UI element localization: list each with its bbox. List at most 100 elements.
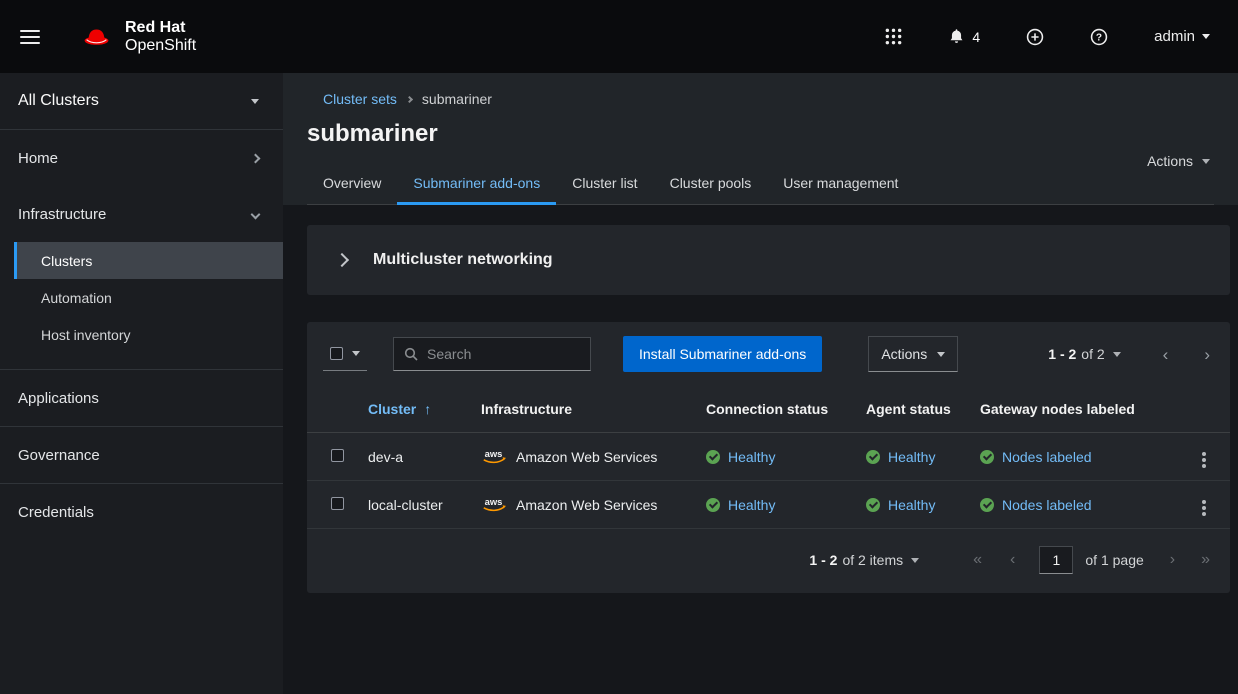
redhat-openshift-logo: Red Hat OpenShift — [78, 19, 196, 55]
masthead-left: Red Hat OpenShift — [20, 19, 196, 55]
bulk-select[interactable] — [323, 337, 367, 371]
perspective-label: All Clusters — [18, 92, 99, 110]
bulk-select-checkbox[interactable] — [330, 347, 343, 360]
sidebar-item-governance[interactable]: Governance — [0, 427, 283, 483]
tab-overview[interactable]: Overview — [307, 162, 397, 204]
bottom-pagination: 1 - 2 of 2 items « ‹ of 1 page › » — [307, 529, 1230, 593]
caret-down-icon — [352, 351, 360, 356]
caret-down-icon — [1202, 34, 1210, 39]
tab-cluster-pools[interactable]: Cluster pools — [654, 162, 768, 204]
page-content: Multicluster networking — [283, 205, 1238, 694]
chevron-right-icon — [251, 153, 261, 163]
sidebar-item-infrastructure[interactable]: Infrastructure — [0, 186, 283, 242]
infrastructure-provider: Amazon Web Services — [516, 449, 657, 465]
check-circle-icon — [866, 498, 880, 512]
breadcrumb-link-cluster-sets[interactable]: Cluster sets — [323, 91, 397, 107]
table-actions-dropdown[interactable]: Actions — [868, 336, 958, 372]
sidebar-item-applications[interactable]: Applications — [0, 370, 283, 426]
question-circle-icon: ? — [1090, 28, 1108, 46]
search-box — [393, 337, 591, 371]
app-launcher-button[interactable] — [885, 28, 902, 45]
masthead: Red Hat OpenShift 4 — [0, 0, 1238, 73]
sidebar-item-host-inventory[interactable]: Host inventory — [14, 316, 283, 353]
page-count-label: of 1 page — [1085, 552, 1143, 568]
sidebar-item-automation[interactable]: Automation — [14, 279, 283, 316]
tab-submariner-add-ons[interactable]: Submariner add-ons — [397, 162, 556, 204]
kebab-menu-button[interactable] — [1202, 506, 1206, 510]
agent-status-link[interactable]: Healthy — [888, 449, 935, 465]
sidebar-item-clusters[interactable]: Clusters — [14, 242, 283, 279]
hamburger-icon — [20, 30, 40, 32]
install-submariner-button[interactable]: Install Submariner add-ons — [623, 336, 822, 372]
first-page-button[interactable]: « — [973, 552, 982, 568]
tab-cluster-list[interactable]: Cluster list — [556, 162, 653, 204]
plus-circle-icon — [1026, 28, 1044, 46]
user-name: admin — [1154, 28, 1195, 45]
row-checkbox[interactable] — [331, 497, 344, 510]
kebab-menu-button[interactable] — [1202, 458, 1206, 462]
caret-down-icon[interactable] — [911, 558, 919, 563]
row-checkbox[interactable] — [331, 449, 344, 462]
table-header-row: Cluster↑ Infrastructure Connection statu… — [307, 386, 1230, 433]
next-page-button[interactable]: › — [1204, 346, 1210, 363]
main-content: Cluster sets submariner submariner Overv… — [283, 73, 1238, 694]
connection-status-link[interactable]: Healthy — [728, 497, 775, 513]
sidebar-item-home[interactable]: Home — [0, 130, 283, 186]
sidebar-item-credentials[interactable]: Credentials — [0, 484, 283, 540]
user-menu-button[interactable]: admin — [1154, 28, 1210, 45]
clusters-table: Cluster↑ Infrastructure Connection statu… — [307, 386, 1230, 529]
column-header-agent-status: Agent status — [866, 386, 980, 433]
sort-asc-icon: ↑ — [424, 401, 431, 417]
select-all-column — [307, 386, 368, 433]
gateway-nodes-link[interactable]: Nodes labeled — [1002, 449, 1092, 465]
breadcrumb: Cluster sets submariner — [323, 91, 1214, 107]
caret-down-icon[interactable] — [1113, 352, 1121, 357]
svg-text:?: ? — [1096, 32, 1102, 43]
nav-toggle-button[interactable] — [20, 30, 40, 44]
masthead-toolbar: 4 ? admin — [885, 28, 1210, 46]
tab-user-management[interactable]: User management — [767, 162, 914, 204]
column-header-connection-status: Connection status — [706, 386, 866, 433]
pagination-total-items: of 2 items — [842, 552, 903, 568]
table-row: local-cluster aws Amazon Web Services — [307, 481, 1230, 529]
aws-icon: aws — [481, 448, 508, 465]
column-header-gateway-nodes: Gateway nodes labeled — [980, 386, 1186, 433]
breadcrumb-separator-icon — [406, 95, 413, 102]
aws-icon: aws — [481, 496, 508, 513]
page-number-input[interactable] — [1039, 546, 1073, 574]
check-circle-icon — [980, 498, 994, 512]
infrastructure-provider: Amazon Web Services — [516, 497, 657, 513]
connection-status-link[interactable]: Healthy — [728, 449, 775, 465]
column-header-cluster[interactable]: Cluster↑ — [368, 386, 481, 433]
gateway-nodes-link[interactable]: Nodes labeled — [1002, 497, 1092, 513]
expand-chevron-icon[interactable] — [335, 253, 349, 267]
help-button[interactable]: ? — [1090, 28, 1108, 46]
next-page-button[interactable]: › — [1170, 552, 1175, 568]
perspective-switcher[interactable]: All Clusters — [0, 73, 283, 130]
pagination-range: 1 - 2 — [1048, 346, 1076, 362]
notification-count-badge: 4 — [972, 29, 980, 45]
check-circle-icon — [980, 450, 994, 464]
page-actions-dropdown[interactable]: Actions — [1147, 153, 1210, 169]
cluster-name: dev-a — [368, 449, 403, 465]
logo-brand: Red Hat — [125, 19, 196, 37]
add-resource-button[interactable] — [1026, 28, 1044, 46]
notifications-button[interactable]: 4 — [948, 28, 980, 45]
caret-down-icon — [1202, 159, 1210, 164]
breadcrumb-current: submariner — [422, 91, 492, 107]
check-circle-icon — [866, 450, 880, 464]
prev-page-button[interactable]: ‹ — [1163, 346, 1169, 363]
infrastructure-subnav: Clusters Automation Host inventory — [14, 242, 283, 353]
last-page-button[interactable]: » — [1201, 552, 1210, 568]
multicluster-networking-expandable[interactable]: Multicluster networking — [307, 225, 1230, 295]
cluster-name: local-cluster — [368, 497, 443, 513]
search-input[interactable] — [427, 346, 590, 362]
logo-product: OpenShift — [125, 37, 196, 55]
app-grid-icon — [885, 28, 902, 45]
table-toolbar: Install Submariner add-ons Actions 1 - 2… — [307, 322, 1230, 386]
redhat-hat-icon — [78, 23, 115, 50]
column-header-infrastructure: Infrastructure — [481, 386, 706, 433]
agent-status-link[interactable]: Healthy — [888, 497, 935, 513]
pagination-total: of 2 — [1081, 346, 1104, 362]
prev-page-button[interactable]: ‹ — [1010, 552, 1015, 568]
